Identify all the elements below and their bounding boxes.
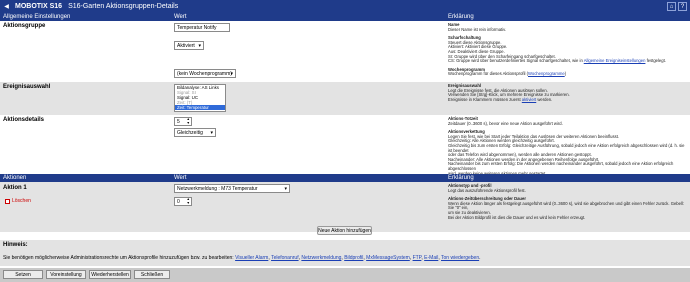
action-chaining-value: Gleichzeitig	[177, 130, 203, 136]
weekly-program-value: (kein Wochenprogramm)	[177, 71, 232, 77]
title-bar: ◀ MOBOTIX S16 S16-Garten Aktionsgruppen-…	[0, 0, 690, 13]
delete-label: Löschen	[12, 198, 31, 204]
footer-bar: Setzen Voreinstellung Wiederherstellen S…	[0, 268, 690, 282]
link-image-profile[interactable]: Bildprofil	[344, 255, 363, 261]
action-group-explanation: Name Dieser Name ist rein informativ. Sc…	[448, 22, 688, 77]
close-button[interactable]: Schließen	[134, 270, 170, 279]
delete-checkbox-box[interactable]	[5, 198, 10, 204]
stepper-arrows-icon[interactable]: ▲ ▼	[187, 117, 190, 125]
expl-event-text: Ereignisse in Klammern müssen zuerst	[448, 96, 521, 102]
weekly-programs-link[interactable]: Wochenprogramme	[528, 71, 565, 77]
general-event-settings-link[interactable]: Allgemeine Ereigniseinstellungen	[584, 58, 646, 63]
general-settings-header: Allgemeine Einstellungen Wert Erklärung	[0, 13, 690, 21]
event-selection-row: Ereignisauswahl Bildanalyse: AS Links Si…	[0, 82, 690, 115]
page-title: S16-Garten Aktionsgruppen-Details	[68, 3, 179, 10]
expl-switch-cs-text: CS: Gruppe wird über benutzerdefiniertes…	[448, 58, 583, 64]
expl-name-text: Dieser Name ist rein informativ.	[448, 26, 507, 32]
set-button[interactable]: Setzen	[3, 270, 43, 279]
expl-event-line-link: Ereignisse in Klammern müssen zuerst akt…	[448, 96, 688, 103]
link-play-sound[interactable]: Ton wiedergeben	[441, 255, 479, 261]
expl-deadtime-text: Zeitdauer (0..3600 s), bevor eine neue A…	[448, 120, 563, 126]
weekly-program-select[interactable]: (kein Wochenprogramm)	[174, 69, 236, 78]
event-selection-label: Ereignisauswahl	[3, 84, 51, 90]
group-state-select[interactable]: Aktiviert	[174, 41, 204, 50]
hint-section: Hinweis: Sie benötigen möglicherweise Ad…	[0, 240, 690, 266]
hint-text: Sie benötigen möglicherweise Administrat…	[3, 255, 481, 261]
action-chaining-select[interactable]: Gleichzeitig	[174, 128, 216, 137]
group-name-input[interactable]: Temperatur Notify	[174, 23, 230, 32]
action-1-row: Aktion 1 Löschen Netzwerkmeldung : M73 T…	[0, 182, 690, 235]
home-icon[interactable]: ⌂	[667, 2, 676, 11]
expl-weekly-line: Wochenprogramm für dieses Aktionsprofil …	[448, 71, 567, 77]
dead-time-value: 5	[177, 119, 180, 125]
help-icon[interactable]: ?	[678, 2, 687, 11]
link-mx-message-system[interactable]: MxMessageSystem	[366, 255, 410, 261]
header-actions-value: Wert	[174, 175, 187, 181]
action-timeout-stepper[interactable]: 0 ▲ ▼	[174, 197, 192, 206]
action-group-label: Aktionsgruppe	[3, 23, 46, 29]
link-network-message[interactable]: Netzwerkmeldung	[301, 255, 341, 261]
action-profile-value: Netzwerkmeldung : M73 Temperatur	[177, 186, 258, 192]
action-details-label: Aktionsdetails	[3, 117, 45, 123]
titlebar-icons: ⌂ ?	[667, 2, 687, 11]
event-option-selected[interactable]: Zeit: Temperatur	[175, 105, 225, 110]
back-arrow-icon[interactable]: ◀	[2, 2, 11, 11]
action-profile-select[interactable]: Netzwerkmeldung : M73 Temperatur	[174, 184, 290, 193]
dead-time-stepper[interactable]: 5 ▲ ▼	[174, 117, 192, 126]
hint-title: Hinweis:	[3, 242, 28, 248]
event-selection-explanation: Ereignisauswahl Legt die Ereignisse fest…	[448, 83, 688, 103]
hint-text-lead: Sie benötigen möglicherweise Administrat…	[3, 255, 234, 261]
header-explanation: Erklärung	[448, 14, 474, 20]
link-visual-alarm[interactable]: Visueller Alarm	[235, 255, 268, 261]
expl-switch-line-cs: CS: Gruppe wird über benutzerdefiniertes…	[448, 58, 688, 64]
actions-header: Aktionen Wert Erklärung	[0, 174, 690, 182]
expl-type-text: Legt das auszuführende Aktionsprofil fes…	[448, 187, 526, 193]
link-email[interactable]: E-Mail	[424, 255, 438, 261]
default-button[interactable]: Voreinstellung	[46, 270, 86, 279]
action-group-row: Aktionsgruppe Temperatur Notify Aktivier…	[0, 21, 690, 82]
restore-button[interactable]: Wiederherstellen	[89, 270, 131, 279]
stepper-arrows-icon[interactable]: ▲ ▼	[187, 197, 190, 205]
event-listbox[interactable]: Bildanalyse: AS Links Signal: SI Signal:…	[174, 84, 226, 112]
camera-brand: MOBOTIX S16	[15, 3, 63, 10]
add-action-button[interactable]: Neue Aktion hinzufügen	[317, 226, 372, 235]
header-actions-explanation: Erklärung	[448, 175, 474, 181]
action-details-row: Aktionsdetails 5▲▼ Gleichzeitig Aktions-…	[0, 115, 690, 189]
expl-switch-suffix: festgelegt.	[646, 58, 666, 64]
action-1-label: Aktion 1	[3, 185, 27, 191]
header-actions: Aktionen	[3, 175, 27, 181]
expl-weekly-text: Wochenprogramm für dieses Aktionsprofil	[448, 71, 526, 77]
header-general-settings: Allgemeine Einstellungen	[3, 14, 71, 20]
action-1-explanation: Aktionstyp und -profil Legt das auszufüh…	[448, 183, 688, 220]
action-timeout-value: 0	[177, 199, 180, 205]
delete-action-checkbox[interactable]: Löschen	[5, 198, 31, 204]
group-state-value: Aktiviert	[177, 43, 195, 49]
expl-timeout-line: Bei der Aktion Bildprofil ist dies die D…	[448, 214, 586, 220]
link-phone-call[interactable]: Telefonanruf	[271, 255, 299, 261]
expl-event-suffix: werden.	[537, 96, 553, 102]
header-value: Wert	[174, 14, 187, 20]
activated-link[interactable]: aktiviert	[522, 97, 536, 102]
hint-end: .	[479, 255, 481, 261]
